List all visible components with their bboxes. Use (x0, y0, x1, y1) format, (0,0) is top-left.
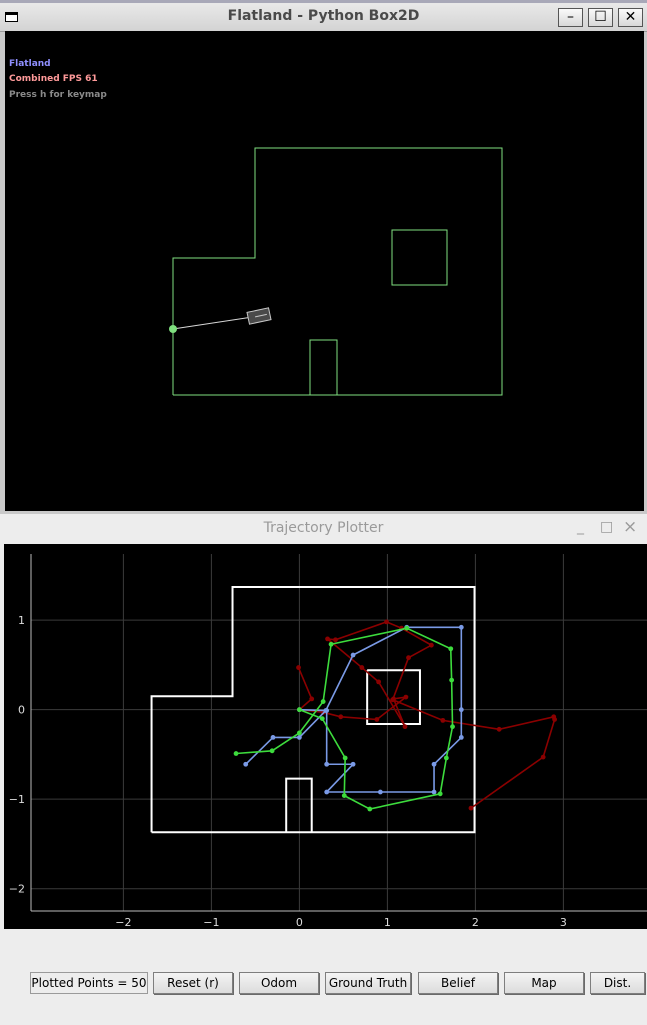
trajectory-chart: −2 −1 0 1 2 3 1 0 −1 −2 (9, 554, 647, 929)
trajectory-point-2 (328, 641, 334, 647)
trajectory-point-2 (297, 730, 302, 736)
trajectory-point-1 (431, 789, 437, 795)
trajectory-point-0 (333, 637, 338, 643)
reset-button[interactable]: Reset (r) (153, 972, 233, 994)
y-tick-label: −2 (9, 883, 25, 896)
trajectory-point-1 (243, 761, 249, 767)
x-tick-label: −1 (203, 916, 219, 929)
trajectory-point-2 (404, 625, 410, 631)
trajectory-point-0 (374, 717, 380, 722)
trajectory-point-1 (458, 734, 464, 740)
trajectory-point-1 (431, 761, 437, 767)
trajectory-point-2 (233, 751, 239, 756)
close-button[interactable]: ✕ (618, 8, 643, 27)
flatland-titlebar[interactable]: Flatland - Python Box2D – ☐ ✕ (0, 3, 647, 32)
flatland-window: Flatland - Python Box2D – ☐ ✕ Flatland C… (0, 0, 647, 514)
x-tick-label: 0 (296, 916, 303, 929)
dist-button[interactable]: Dist. (590, 972, 645, 994)
minimize-button[interactable]: – (558, 8, 583, 27)
y-tick-label: 1 (18, 614, 25, 627)
plotter-titlebar[interactable]: Trajectory Plotter _ □ × (0, 514, 647, 544)
trajectory-point-2 (448, 646, 454, 652)
trajectory-point-0 (384, 619, 389, 625)
trajectory-point-0 (468, 805, 474, 811)
simulation-canvas[interactable]: Flatland Combined FPS 61 Press h for key… (5, 31, 644, 511)
trajectory-point-0 (440, 717, 446, 723)
world-block-obstacle (391, 229, 448, 286)
plotter-maximize-button[interactable]: □ (600, 519, 613, 535)
trajectory-point-1 (350, 761, 356, 767)
plotted-points-label: Plotted Points = 50 (30, 972, 148, 994)
trajectory-plot[interactable]: −2 −1 0 1 2 3 1 0 −1 −2 (4, 544, 647, 929)
trajectory-point-0 (496, 726, 502, 732)
trajectory-point-1 (377, 789, 383, 795)
trajectory-point-0 (309, 696, 315, 702)
trajectory-point-2 (320, 699, 326, 704)
robot-body (246, 307, 272, 325)
plotter-window-title: Trajectory Plotter (263, 520, 384, 536)
x-tick-label: −2 (115, 916, 131, 929)
trajectory-point-1 (324, 708, 330, 713)
trajectory-point-0 (406, 655, 411, 661)
trajectory-point-2 (269, 748, 275, 754)
ground-truth-button[interactable]: Ground Truth (325, 972, 411, 994)
maximize-button[interactable]: ☐ (588, 8, 613, 27)
trajectory-point-0 (552, 717, 557, 722)
plotter-minimize-button[interactable]: _ (577, 519, 584, 535)
odom-button[interactable]: Odom (239, 972, 319, 994)
trajectory-point-1 (458, 707, 464, 713)
trajectory-point-1 (458, 624, 464, 630)
trajectory-point-1 (324, 789, 330, 795)
trajectory-point-0 (403, 694, 409, 700)
trajectory-point-1 (350, 652, 356, 658)
sensor-hit-point (169, 325, 177, 333)
trajectory-point-0 (296, 665, 301, 670)
trajectory-point-0 (376, 679, 381, 685)
trajectory-point-2 (297, 707, 302, 713)
trajectory-point-2 (341, 793, 347, 798)
trajectory-point-0 (402, 724, 408, 730)
trajectory-point-0 (390, 697, 396, 703)
x-tick-label: 1 (384, 916, 391, 929)
trajectory-point-0 (325, 636, 330, 642)
world-pillar-obstacle (309, 339, 338, 395)
flatland-window-title: Flatland - Python Box2D (227, 8, 420, 24)
trajectory-point-2 (449, 677, 455, 683)
y-tick-label: 0 (18, 704, 25, 717)
trajectory-point-1 (324, 761, 330, 767)
trajectory-point-2 (443, 755, 449, 761)
belief-button[interactable]: Belief (418, 972, 498, 994)
plotter-controls: Plotted Points = 50 Reset (r) Odom Groun… (0, 972, 647, 998)
y-tick-label: −1 (9, 793, 25, 806)
trajectory-point-2 (437, 791, 443, 797)
range-sensor-ray (172, 315, 260, 330)
trajectory-point-0 (429, 642, 434, 648)
plotter-close-button[interactable]: × (623, 517, 637, 537)
trajectory-plotter-window: Trajectory Plotter _ □ × −2 −1 0 1 2 3 1 0 −1 −2 … (0, 514, 647, 1025)
trajectory-point-0 (359, 665, 365, 670)
trajectory-point-2 (342, 755, 348, 761)
simulation-world (169, 147, 503, 396)
trajectory-point-0 (338, 714, 344, 720)
trajectory-point-2 (367, 806, 373, 812)
x-tick-label: 2 (472, 916, 479, 929)
trajectory-point-2 (450, 724, 455, 730)
x-tick-label: 3 (560, 916, 567, 929)
trajectory-point-2 (319, 716, 325, 721)
trajectory-point-1 (270, 734, 276, 740)
map-button[interactable]: Map (504, 972, 584, 994)
trajectory-point-1 (297, 734, 302, 740)
trajectory-point-0 (540, 754, 546, 760)
